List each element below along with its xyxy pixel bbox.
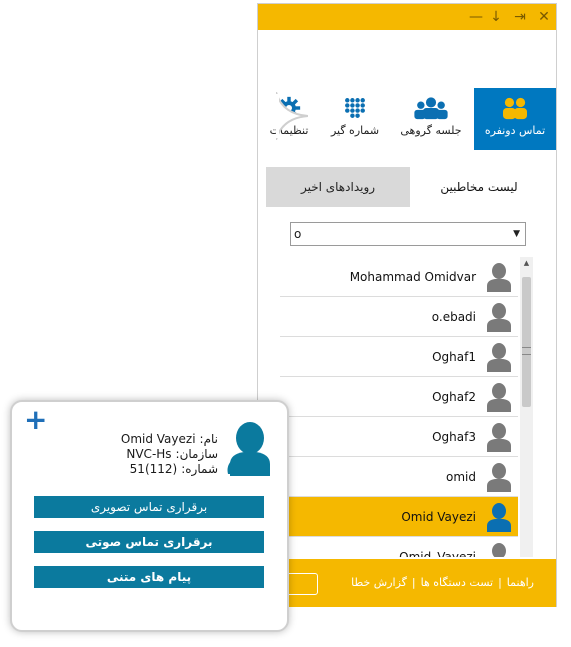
tab-recent-events[interactable]: رویدادهای اخیر [266,167,410,207]
contact-name: Oghaf2 [432,390,476,404]
download-icon[interactable]: ↓ [486,7,506,27]
tabs-bar: رویدادهای اخیر لیست مخاطبین [266,167,548,207]
avatar-icon [227,422,270,476]
contact-info: Omid Vayezi نام: NVC-Hs سازمان: 51(112) شما… [58,432,218,477]
add-contact-icon[interactable]: + [24,406,47,434]
contact-avatar-icon [487,503,511,532]
footer-separator: | [498,576,502,589]
contact-row[interactable]: Omid_Vayezi [280,537,518,557]
tool-two-party-label: تماس دونفره [484,124,546,137]
scrollbar[interactable]: ▲ [520,257,533,557]
two-users-icon [503,97,527,120]
contact-card-popup: + Omid Vayezi نام: NVC-Hs سازمان: 51(112) ش… [10,400,289,632]
contact-avatar-icon [487,343,511,372]
contact-name: Omid_Vayezi [399,550,476,557]
contact-avatar-icon [487,463,511,492]
irancell-logo [286,573,318,595]
tab-contacts[interactable]: لیست مخاطبین [410,167,548,207]
contact-avatar-icon [492,543,506,557]
dialpad-icon [345,98,365,118]
name-label: نام: [199,432,218,446]
tool-dialpad[interactable]: شماره گیر [322,88,388,150]
contact-row[interactable]: o.ebadi [280,297,518,337]
contact-row[interactable]: omid [280,457,518,497]
contact-name: o.ebadi [431,310,476,324]
contact-row[interactable]: Oghaf2 [280,377,518,417]
contact-row[interactable]: Oghaf3 [280,417,518,457]
contact-name: omid [446,470,476,484]
number-value: 51(112) [129,462,178,476]
audio-call-button[interactable]: برقراری تماس صوتی [34,531,264,553]
contact-name: Mohammad Omidvar [349,270,476,284]
contact-row[interactable]: Oghaf1 [280,337,518,377]
group-icon [414,97,448,120]
contact-name: Oghaf3 [432,430,476,444]
help-link[interactable]: راهنما [507,576,534,589]
contact-search-combo[interactable]: o ▼ [290,222,526,246]
close-icon[interactable]: ✕ [534,7,554,27]
contact-name: Oghaf1 [432,350,476,364]
scroll-up-icon[interactable]: ▲ [520,257,533,270]
header-area [258,30,556,88]
chevron-down-icon[interactable]: ▼ [513,223,520,245]
number-label: شماره: [181,462,218,476]
tool-two-party-call[interactable]: تماس دونفره [474,88,556,150]
contact-list: Mohammad Omidvar o.ebadi Oghaf1 Oghaf2 Oghaf… [280,257,518,557]
device-test-link[interactable]: تست دستگاه ها [421,576,493,589]
tool-group-meeting[interactable]: جلسه گروهی [392,88,470,150]
contact-name: Omid Vayezi [401,510,476,524]
footer-separator: | [411,576,416,589]
contact-avatar-icon [487,303,511,332]
title-bar: — ↓ ⇥ ✕ [258,4,556,30]
contact-avatar-icon [487,263,511,292]
text-message-button[interactable]: پیام های متنی [34,566,264,588]
org-value: NVC-Hs [126,447,172,461]
tool-dialpad-label: شماره گیر [330,124,380,137]
logout-icon[interactable]: ⇥ [510,7,530,27]
org-label: سازمان: [175,447,218,461]
name-value: Omid Vayezi [120,432,196,446]
video-call-button[interactable]: برقراری تماس تصویری [34,496,264,518]
info-name-row: Omid Vayezi نام: [58,432,218,447]
contact-avatar-icon [487,423,511,452]
contact-avatar-icon [487,383,511,412]
info-number-row: 51(112) شماره: [58,462,218,477]
search-value: o [294,227,302,241]
card-pointer [276,92,308,140]
info-org-row: NVC-Hs سازمان: [58,447,218,462]
scroll-thumb[interactable] [522,277,531,407]
footer-links: راهنما | تست دستگاه ها | گزارش خطا [351,559,534,607]
footer-bar: راهنما | تست دستگاه ها | گزارش خطا [258,559,556,607]
tool-group-label: جلسه گروهی [400,124,462,137]
contact-row[interactable]: Mohammad Omidvar [280,257,518,297]
report-error-link[interactable]: گزارش خطا [351,576,407,589]
scroll-grip-icon [522,347,531,355]
contact-row[interactable]: Omid Vayezi [280,497,518,537]
minimize-icon[interactable]: — [466,7,486,27]
